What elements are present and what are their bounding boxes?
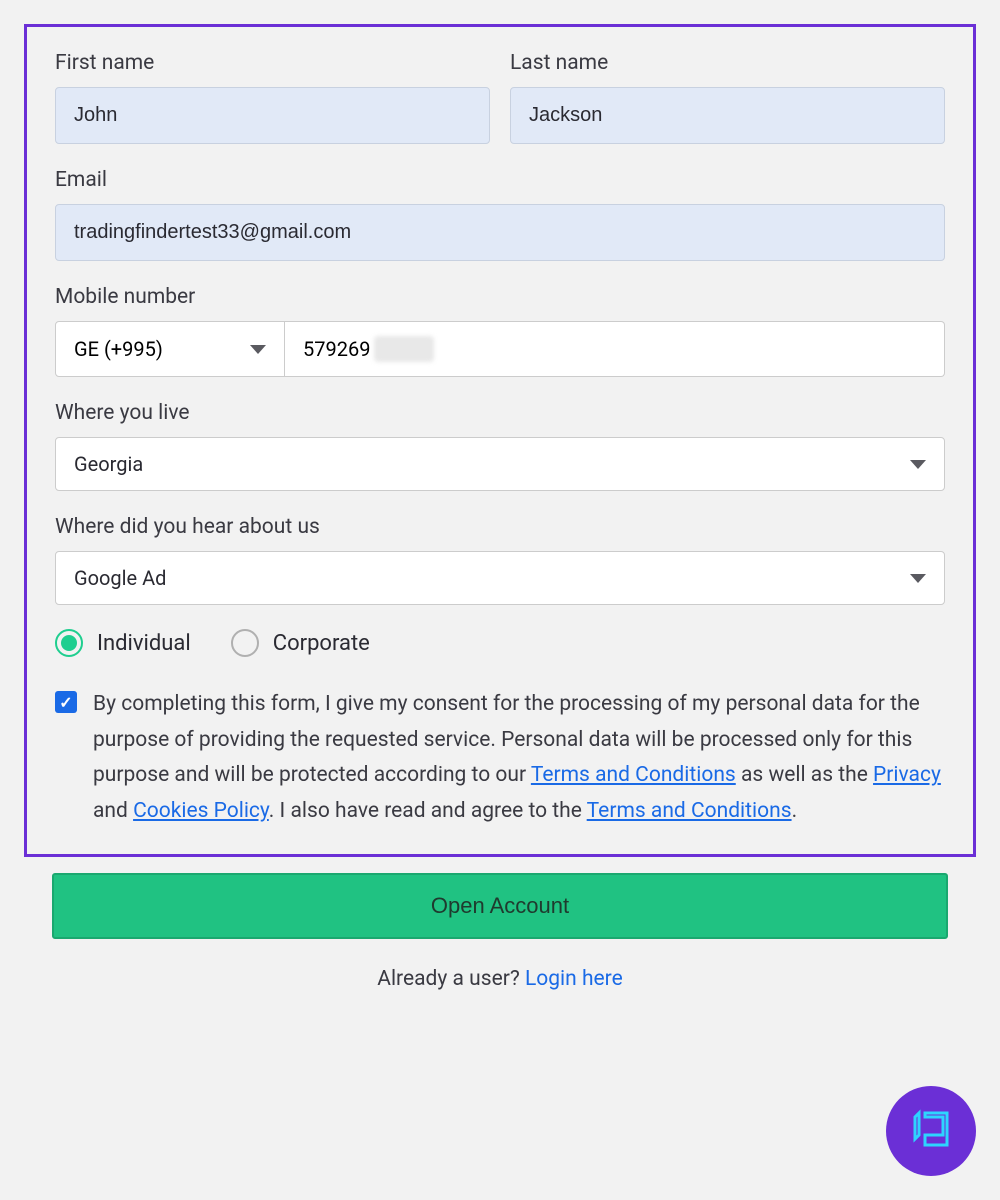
chevron-down-icon <box>250 345 266 354</box>
mobile-group: Mobile number GE (+995) 579269 <box>55 285 945 377</box>
mobile-number-masked <box>374 336 434 362</box>
registration-form: First name Last name Email Mobile number… <box>24 24 976 857</box>
chevron-down-icon <box>910 460 926 469</box>
radio-dot-icon <box>61 635 77 651</box>
referral-value: Google Ad <box>74 566 166 590</box>
individual-label: Individual <box>97 631 191 656</box>
last-name-group: Last name <box>510 51 945 144</box>
terms-link-2[interactable]: Terms and Conditions <box>587 799 792 823</box>
open-account-button[interactable]: Open Account <box>52 873 948 939</box>
footer-text: Already a user? Login here <box>24 967 976 991</box>
consent-row: ✓ By completing this form, I give my con… <box>55 687 945 830</box>
radio-circle-icon <box>55 629 83 657</box>
login-link[interactable]: Login here <box>525 967 623 991</box>
email-label: Email <box>55 168 945 192</box>
first-name-input[interactable] <box>55 87 490 144</box>
mobile-number-value: 579269 <box>303 337 370 361</box>
check-icon: ✓ <box>59 693 72 712</box>
terms-link-1[interactable]: Terms and Conditions <box>531 763 736 787</box>
chevron-down-icon <box>910 574 926 583</box>
last-name-input[interactable] <box>510 87 945 144</box>
country-code-select[interactable]: GE (+995) <box>55 321 285 377</box>
cookies-link[interactable]: Cookies Policy <box>133 799 269 823</box>
mobile-number-input[interactable]: 579269 <box>285 321 945 377</box>
privacy-link[interactable]: Privacy <box>873 763 941 787</box>
referral-label: Where did you hear about us <box>55 515 945 539</box>
consent-text: By completing this form, I give my conse… <box>93 687 945 830</box>
email-group: Email <box>55 168 945 261</box>
logo-icon <box>903 1103 959 1159</box>
corporate-radio[interactable]: Corporate <box>231 629 370 657</box>
radio-circle-icon <box>231 629 259 657</box>
corporate-label: Corporate <box>273 631 370 656</box>
last-name-label: Last name <box>510 51 945 75</box>
country-group: Where you live Georgia <box>55 401 945 491</box>
email-input[interactable] <box>55 204 945 261</box>
country-code-value: GE (+995) <box>74 337 163 361</box>
account-type-row: Individual Corporate <box>55 629 945 657</box>
first-name-group: First name <box>55 51 490 144</box>
country-select[interactable]: Georgia <box>55 437 945 491</box>
logo-badge <box>886 1086 976 1176</box>
first-name-label: First name <box>55 51 490 75</box>
referral-group: Where did you hear about us Google Ad <box>55 515 945 605</box>
consent-checkbox[interactable]: ✓ <box>55 691 77 713</box>
individual-radio[interactable]: Individual <box>55 629 191 657</box>
referral-select[interactable]: Google Ad <box>55 551 945 605</box>
country-value: Georgia <box>74 452 143 476</box>
mobile-label: Mobile number <box>55 285 945 309</box>
country-label: Where you live <box>55 401 945 425</box>
